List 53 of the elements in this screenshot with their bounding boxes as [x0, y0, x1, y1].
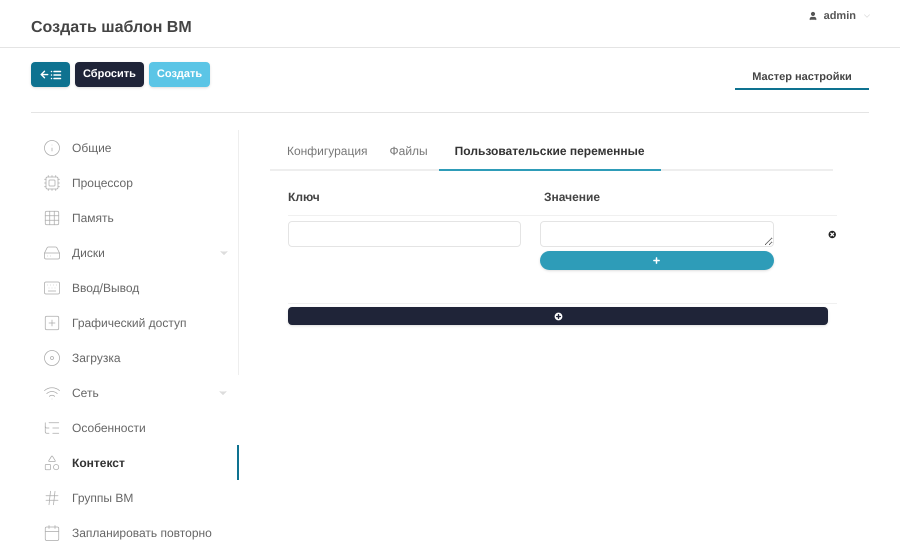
list-icon [50, 68, 62, 80]
sidebar-item[interactable]: Диски [31, 235, 239, 270]
wizard-tab[interactable]: Мастер настройки [735, 66, 869, 90]
disc-icon [43, 348, 61, 366]
sidebar-label: Особенности [72, 420, 146, 436]
sidebar-item[interactable]: Процессор [31, 165, 239, 200]
tab[interactable]: Пользовательские переменные [438, 133, 661, 171]
add-value-button[interactable] [540, 251, 774, 270]
sidebar-item[interactable]: Контекст [31, 445, 239, 480]
sidebar-label: Контекст [72, 454, 125, 472]
sidebar-item[interactable]: Память [31, 200, 239, 235]
plus-icon [652, 256, 662, 265]
info-icon [43, 138, 61, 156]
sidebar-item[interactable]: Графический доступ [31, 305, 239, 340]
sidebar-label: Сеть [72, 384, 99, 402]
value-textarea[interactable] [540, 221, 774, 247]
reset-button[interactable]: Сбросить [75, 62, 144, 87]
plus-circle-icon [552, 310, 564, 322]
sidebar-item[interactable]: Загрузка [31, 340, 239, 375]
sidebar-label: Загрузка [72, 350, 121, 366]
column-header: Ключ [288, 189, 321, 206]
key-input[interactable] [288, 221, 521, 247]
sidebar-label: Общие [72, 140, 112, 156]
tab[interactable]: Файлы [378, 133, 439, 171]
column-header: Значение [544, 189, 602, 206]
sidebar-label: Процессор [72, 174, 133, 192]
sidebar-item[interactable]: Ввод/Вывод [31, 270, 239, 305]
remove-icon[interactable] [826, 229, 837, 240]
shapes-icon [43, 454, 61, 472]
sidebar-label: Диски [72, 244, 105, 262]
user-icon [808, 11, 818, 22]
drive-icon [43, 244, 61, 262]
sidebar-item[interactable]: Группы ВМ [31, 480, 239, 515]
arrow-left-icon [39, 69, 50, 80]
sidebar-item[interactable]: Особенности [31, 410, 239, 445]
sidebar-item[interactable]: Запланировать повторно [31, 515, 239, 550]
keyboard-icon [43, 278, 61, 296]
hash-icon [43, 488, 61, 506]
sidebar-label: Запланировать повторно [72, 524, 212, 542]
crosshair-box-icon [43, 314, 61, 332]
sidebar-item[interactable]: Сеть [31, 375, 239, 410]
back-to-list-button[interactable] [31, 62, 70, 87]
sidebar-label: Ввод/Вывод [72, 280, 140, 296]
sidebar-item[interactable]: Общие [31, 130, 239, 165]
user-menu[interactable]: admin [808, 8, 872, 24]
calendar-icon [43, 524, 61, 542]
grid-icon [43, 208, 61, 226]
page-title: Создать шаблон ВМ [31, 18, 192, 38]
sidebar-label: Графический доступ [72, 314, 186, 332]
chip-icon [43, 174, 61, 192]
sidebar-label: Память [72, 210, 114, 226]
sidebar-label: Группы ВМ [72, 490, 134, 506]
tab[interactable]: Конфигурация [276, 133, 379, 171]
